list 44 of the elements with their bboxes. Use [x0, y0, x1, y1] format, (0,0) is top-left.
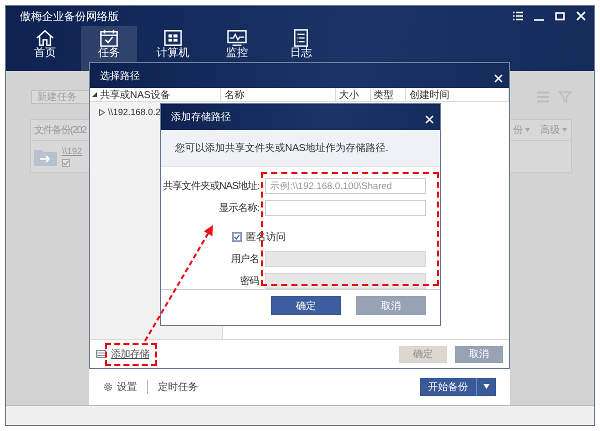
close-icon[interactable] — [576, 11, 586, 21]
text-field[interactable] — [265, 200, 426, 216]
monitor-icon — [227, 29, 247, 47]
start-backup-button[interactable]: 开始备份 — [420, 378, 496, 396]
caret-icon — [562, 128, 567, 132]
gear-icon — [103, 382, 113, 392]
nav-tab[interactable]: 日志 — [273, 26, 329, 71]
caret-icon[interactable] — [483, 384, 490, 389]
expanded-triangle-icon[interactable] — [92, 92, 97, 97]
nav-tab[interactable]: 监控 — [209, 26, 265, 71]
window-title: 傲梅企业备份网络版 — [20, 10, 120, 24]
add-storage-link[interactable]: 添加存储 — [111, 347, 149, 361]
dialog-title: 选择路径 — [100, 70, 141, 82]
description-text: 您可以添加共享文件夹或NAS地址作为存储路径. — [175, 142, 388, 156]
task-title: 文件备份(202 — [34, 124, 86, 137]
home-icon — [35, 29, 55, 47]
maximize-icon[interactable] — [555, 11, 565, 21]
text-field[interactable]: 示例:\\192.168.0.100\Shared — [265, 178, 426, 194]
ok-button[interactable]: 确定 — [271, 296, 341, 316]
column-header[interactable]: 创建时间 — [406, 88, 510, 101]
windows-icon — [163, 29, 183, 47]
tree-node[interactable]: \\192.168.0.2 — [99, 107, 161, 117]
checkbox[interactable] — [232, 232, 242, 242]
column-header[interactable]: 大小 — [336, 88, 371, 101]
list-icon — [96, 350, 106, 358]
field-label: 用户名 — [230, 252, 259, 268]
dialog-title: 添加存储路径 — [171, 110, 232, 124]
nav-tab[interactable]: 计算机 — [145, 26, 201, 71]
caret-icon — [525, 128, 530, 132]
collapsed-triangle-icon[interactable] — [99, 108, 105, 116]
checkbox[interactable] — [62, 159, 70, 167]
folder-icon — [34, 148, 57, 166]
menu-icon[interactable] — [513, 11, 523, 21]
settings-link[interactable]: 设置 — [103, 380, 137, 394]
nav-tab[interactable]: 首页 — [17, 26, 73, 71]
column-header[interactable]: 名称 — [221, 88, 336, 101]
column-header[interactable]: 类型 — [370, 88, 406, 101]
schedule-link[interactable]: 定时任务 — [147, 380, 198, 394]
annotation-box — [105, 343, 157, 366]
field-label: 显示名称: — [218, 202, 259, 216]
field-label: 密码 — [239, 274, 259, 290]
calendar-check-icon — [99, 29, 119, 47]
field-label: 共享文件夹或NAS地址: — [162, 180, 259, 194]
document-icon — [291, 29, 311, 47]
